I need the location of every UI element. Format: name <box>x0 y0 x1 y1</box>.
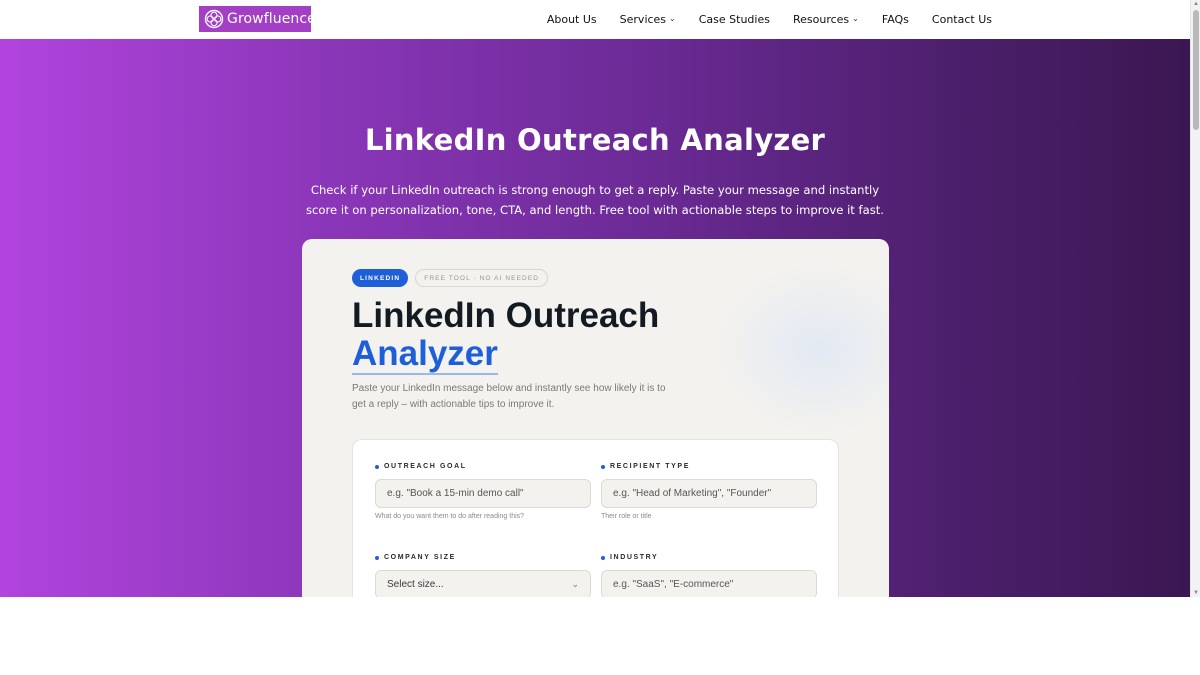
analyzer-card: LINKEDIN FREE TOOL · NO AI NEEDED Linked… <box>302 239 889 597</box>
field-hint: Their role or title <box>601 513 652 520</box>
nav-services[interactable]: Services ⌄ <box>620 13 676 26</box>
field-label: OUTREACH GOAL <box>375 463 591 470</box>
nav-resources[interactable]: Resources ⌄ <box>793 13 859 26</box>
card-title: LinkedIn Outreach <box>352 296 660 335</box>
recipient-type-input[interactable]: e.g. "Head of Marketing", "Founder" <box>601 479 817 508</box>
select-value: Select size... <box>387 579 444 590</box>
hero-title: LinkedIn Outreach Analyzer <box>364 123 826 157</box>
field-label: COMPANY SIZE <box>375 554 591 561</box>
nav-label: Contact Us <box>931 13 992 26</box>
label-text: INDUSTRY <box>610 554 659 561</box>
nav-faqs[interactable]: FAQs <box>882 13 909 26</box>
nav-about-us[interactable]: About Us <box>547 13 597 26</box>
nav-label: Resources <box>792 13 850 26</box>
field-label: INDUSTRY <box>601 554 817 561</box>
chevron-down-icon: ⌄ <box>669 14 676 23</box>
input-placeholder: e.g. "Head of Marketing", "Founder" <box>613 488 772 499</box>
card-title-accent: Analyzer <box>352 334 498 375</box>
badge-row: LINKEDIN FREE TOOL · NO AI NEEDED <box>352 269 549 287</box>
hero-subtitle: Check if your LinkedIn outreach is stron… <box>306 183 884 217</box>
brand-name: Growfluence <box>227 11 316 27</box>
nav-label: About Us <box>546 13 597 26</box>
industry-field: INDUSTRY e.g. "SaaS", "E-commerce" <box>601 554 817 597</box>
card-description: Paste your LinkedIn message below and in… <box>352 383 666 410</box>
industry-input[interactable]: e.g. "SaaS", "E-commerce" <box>601 570 817 597</box>
flower-icon <box>204 9 224 29</box>
nav-case-studies[interactable]: Case Studies <box>699 13 770 26</box>
field-hint: What do you want them to do after readin… <box>375 513 525 520</box>
bullet-dot <box>375 555 379 560</box>
outreach-goal-input[interactable]: e.g. "Book a 15-min demo call" <box>375 479 591 508</box>
scroll-down-icon[interactable]: ▼ <box>1193 590 1199 596</box>
chevron-down-icon: ⌄ <box>852 14 859 23</box>
free-tool-badge: FREE TOOL · NO AI NEEDED <box>415 269 549 287</box>
top-navbar: Growfluence About Us Services ⌄ Case Stud… <box>0 0 1190 39</box>
page-scrollbar[interactable]: ▲ ▼ <box>1190 0 1200 597</box>
analyzer-form: OUTREACH GOAL e.g. "Book a 15-min demo c… <box>352 439 839 597</box>
input-placeholder: e.g. "Book a 15-min demo call" <box>387 488 524 499</box>
label-text: RECIPIENT TYPE <box>610 463 690 470</box>
nav-label: Services <box>619 13 667 26</box>
hero-section: LinkedIn Outreach Analyzer Check if your… <box>0 39 1190 597</box>
company-size-select[interactable]: Select size... ⌄ <box>375 570 591 597</box>
company-size-field: COMPANY SIZE Select size... ⌄ <box>375 554 591 597</box>
outreach-goal-field: OUTREACH GOAL e.g. "Book a 15-min demo c… <box>375 463 591 520</box>
nav-label: Case Studies <box>698 13 770 26</box>
label-text: COMPANY SIZE <box>384 554 456 561</box>
bullet-dot <box>601 464 605 469</box>
brand-logo[interactable]: Growfluence <box>199 6 316 32</box>
recipient-type-field: RECIPIENT TYPE e.g. "Head of Marketing",… <box>601 463 817 520</box>
bullet-dot <box>601 555 605 560</box>
input-placeholder: e.g. "SaaS", "E-commerce" <box>613 579 734 590</box>
scroll-thumb[interactable] <box>1193 10 1199 130</box>
chevron-down-icon: ⌄ <box>571 579 579 589</box>
card-glow <box>709 259 889 439</box>
scroll-up-icon[interactable]: ▲ <box>1193 1 1199 7</box>
nav-contact-us[interactable]: Contact Us <box>932 13 992 26</box>
nav-menu: About Us Services ⌄ Case Studies Resource… <box>547 0 992 39</box>
label-text: OUTREACH GOAL <box>384 463 467 470</box>
linkedin-badge: LINKEDIN <box>352 269 409 287</box>
field-label: RECIPIENT TYPE <box>601 463 817 470</box>
bullet-dot <box>375 464 379 469</box>
nav-label: FAQs <box>881 13 909 26</box>
